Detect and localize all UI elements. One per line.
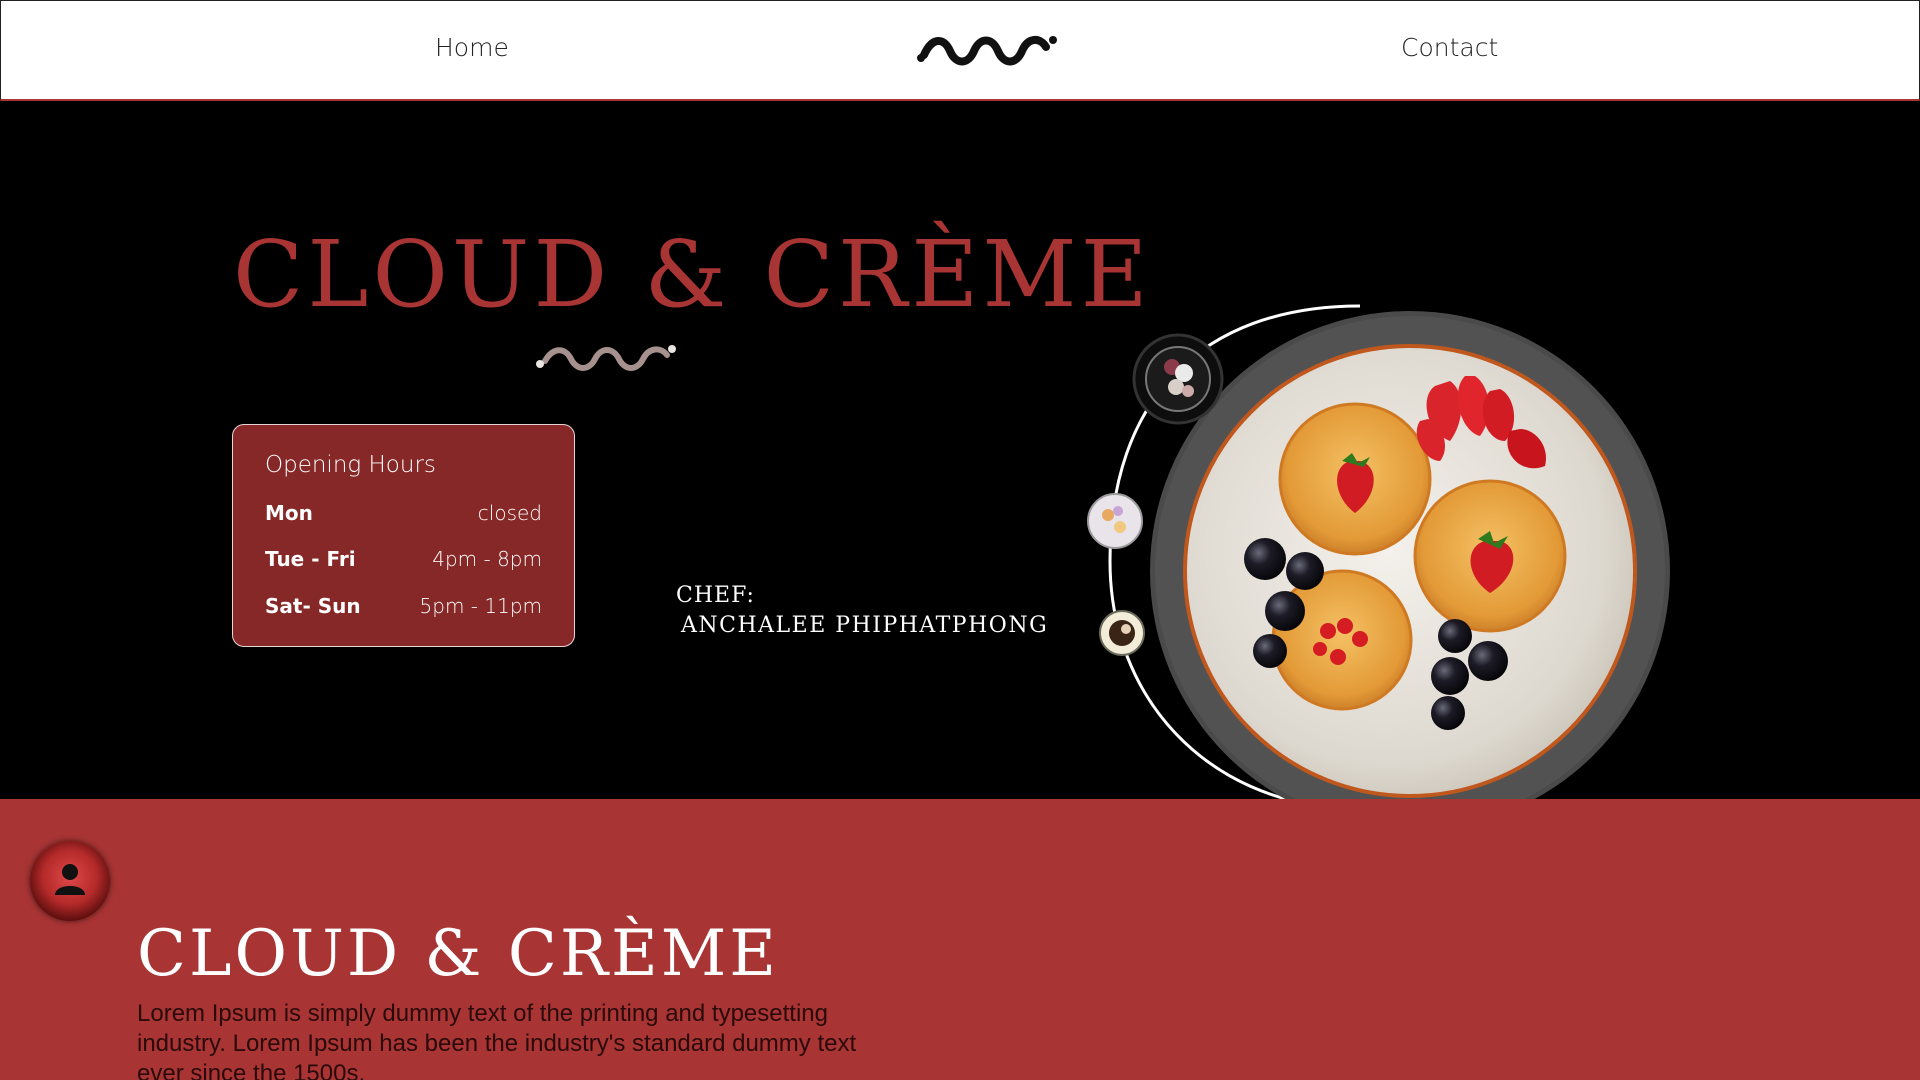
profile-button[interactable] <box>30 841 110 921</box>
pancake <box>1271 569 1413 711</box>
hours-day: Mon <box>265 501 313 525</box>
chef-label: CHEF: <box>676 583 755 608</box>
dessert-thumbnail[interactable] <box>1132 333 1224 425</box>
hours-time: 5pm - 11pm <box>419 594 542 618</box>
opening-hours-title: Opening Hours <box>265 452 436 478</box>
hours-time: closed <box>477 501 542 525</box>
wave-divider-icon <box>536 345 676 371</box>
hours-row: Tue - Fri 4pm - 8pm <box>265 547 542 575</box>
user-icon <box>55 864 85 895</box>
dish-showcase <box>1087 304 1670 831</box>
about-title: CLOUD & CRÈME <box>137 917 779 991</box>
hours-row: Mon closed <box>265 501 542 529</box>
opening-hours-card: Opening Hours Mon closed Tue - Fri 4pm -… <box>232 424 575 647</box>
hero-section: CLOUD & CRÈME Opening Hours Mon closed T… <box>0 101 1920 921</box>
hours-row: Sat- Sun 5pm - 11pm <box>265 594 542 622</box>
dessert-thumbnail[interactable] <box>1087 493 1143 549</box>
about-section: CLOUD & CRÈME Lorem Ipsum is simply dumm… <box>0 799 1920 1080</box>
chef-name: ANCHALEE PHIPHATPHONG <box>681 613 1049 638</box>
wave-logo-icon[interactable] <box>916 31 1058 67</box>
about-text: Lorem Ipsum is simply dummy text of the … <box>137 1000 857 1080</box>
hours-time: 4pm - 8pm <box>432 547 542 571</box>
hero-title: CLOUD & CRÈME <box>233 221 1152 328</box>
nav-home-link[interactable]: Home <box>435 33 509 62</box>
hours-day: Sat- Sun <box>265 594 361 618</box>
hours-day: Tue - Fri <box>265 547 356 571</box>
site-header: Home Contact <box>0 0 1920 101</box>
dessert-thumbnail[interactable] <box>1099 610 1145 656</box>
nav-contact-link[interactable]: Contact <box>1401 33 1498 62</box>
